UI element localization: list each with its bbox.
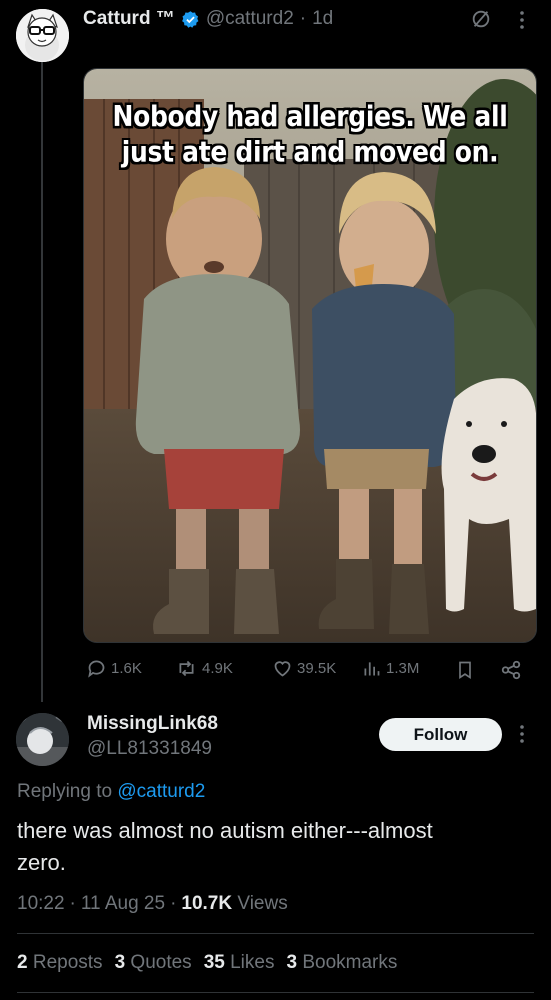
stat-likes[interactable]: 35 Likes [204,952,275,974]
stats-divider-bottom [17,992,534,993]
replying-to: Replying to @catturd2 [17,781,205,803]
thread-line [41,62,43,702]
reply-action[interactable]: 1.6K [86,658,142,679]
meme-caption: Nobody had allergies. We all just ate di… [84,98,536,169]
heart-icon [272,658,293,679]
reply-views-label: Views [237,893,288,914]
replying-to-handle[interactable]: @catturd2 [117,781,205,802]
meme-caption-line2: just ate dirt and moved on. [121,135,499,169]
share-icon[interactable] [500,659,522,681]
stats-divider-top [17,933,534,934]
like-count: 39.5K [297,660,337,677]
stat-likes-count: 35 [203,952,225,973]
stat-bookmarks[interactable]: 3 Bookmarks [286,952,397,974]
stat-bookmarks-label: Bookmarks [302,952,398,973]
grok-icon[interactable] [470,8,492,30]
reply-time[interactable]: 10:22 [17,893,65,915]
reply-date[interactable]: 11 Aug 25 [81,893,165,915]
stat-reposts-label: Reposts [32,952,103,973]
views-action[interactable]: 1.3M [361,658,419,679]
reply-views-count: 10.7K [181,893,233,914]
reply-author-handle[interactable]: @LL81331849 [87,738,212,760]
reply-count: 1.6K [111,660,142,677]
repost-action[interactable]: 4.9K [175,658,233,679]
tweet-media-image[interactable]: Nobody had allergies. We all just ate di… [83,68,537,643]
tweet-age[interactable]: 1d [312,8,333,30]
catturd-avatar[interactable] [16,9,69,62]
bookmark-icon[interactable] [455,659,475,681]
analytics-icon [361,658,382,679]
stat-quotes[interactable]: 3 Quotes [115,952,192,974]
stat-likes-label: Likes [230,952,275,973]
reply-author-name[interactable]: MissingLink68 [87,713,218,735]
stat-reposts-count: 2 [17,952,28,973]
replying-to-prefix: Replying to [17,781,113,802]
reply-more-options-icon[interactable] [514,722,530,746]
follow-button[interactable]: Follow [379,718,502,751]
stat-quotes-count: 3 [114,952,126,973]
engagement-stats: 2 Reposts 3 Quotes 35 Likes 3 Bookmarks [17,952,397,974]
views-count: 1.3M [386,660,420,677]
meta-dot-1: · [69,893,76,914]
stat-bookmarks-count: 3 [286,952,298,973]
meta-dot-2: · [170,893,177,914]
stat-quotes-label: Quotes [130,952,192,973]
stat-reposts[interactable]: 2 Reposts [17,952,103,974]
meme-caption-line1: Nobody had allergies. We all [112,99,508,133]
repost-icon [175,658,198,679]
like-action[interactable]: 39.5K [272,658,336,679]
reply-text-line2: zero. [17,850,66,875]
reply-meta: 10:22 · 11 Aug 25 · 10.7K Views [17,893,288,915]
author-handle[interactable]: @catturd2 [206,8,294,30]
author-name[interactable]: Catturd ™ [83,8,175,30]
reply-text-line1: there was almost no autism either---almo… [17,818,433,843]
missinglink-avatar[interactable] [16,713,69,766]
more-options-icon[interactable] [514,8,530,32]
separator-dot: · [299,8,307,29]
reply-text: there was almost no autism either---almo… [17,815,433,879]
tweet-header: Catturd ™ @catturd2 · 1d [83,7,333,31]
verified-badge-icon [181,10,200,29]
repost-count: 4.9K [202,660,233,677]
reply-icon [86,658,107,679]
